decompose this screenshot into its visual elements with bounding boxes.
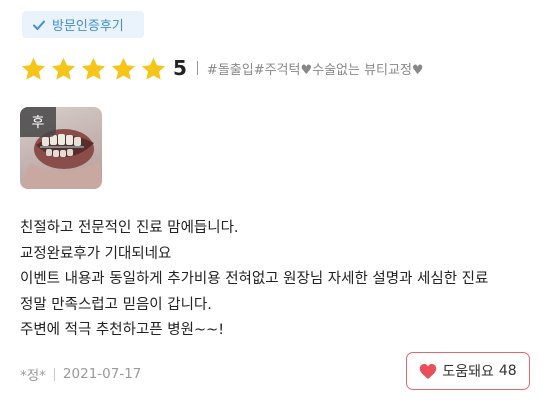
star-icon bbox=[111, 57, 136, 80]
star-icon bbox=[21, 57, 46, 80]
divider bbox=[53, 367, 55, 381]
author-name: *정* bbox=[20, 368, 46, 384]
visit-verified-badge: 방문인증후기 bbox=[22, 11, 144, 38]
review-line: 친절하고 전문적인 진료 맘에듭니다. bbox=[20, 220, 239, 236]
helpful-count: 48 bbox=[498, 363, 517, 379]
rating-score: 5 bbox=[173, 56, 187, 80]
badge-label: 방문인증후기 bbox=[52, 19, 124, 34]
star-icon bbox=[81, 57, 106, 80]
review-tags: #돌출입#주걱턱♥수술없는 뷰티교정♥ bbox=[206, 62, 424, 78]
rating-row: 5 #돌출입#주걱턱♥수술없는 뷰티교정♥ bbox=[20, 53, 424, 83]
heart-icon bbox=[420, 363, 437, 379]
review-text: 친절하고 전문적인 진료 맘에듭니다. 교정완료후가 기대되네요이벤트 내용과 동… bbox=[20, 216, 535, 344]
star-icon bbox=[51, 57, 76, 80]
review-line: 정말 만족스럽고 믿음이 갑니다. bbox=[20, 296, 212, 313]
review-line: 교정완료후가 기대되네요 bbox=[20, 245, 172, 262]
after-label: 후 bbox=[20, 107, 56, 137]
divider bbox=[196, 61, 198, 75]
review-meta: *정* 2021-07-17 bbox=[20, 364, 141, 384]
check-icon bbox=[33, 20, 45, 30]
review-date: 2021-07-17 bbox=[62, 366, 142, 382]
review-photo[interactable]: 후 bbox=[20, 107, 102, 189]
star-rating bbox=[20, 55, 167, 82]
helpful-button[interactable]: 도움돼요 48 bbox=[406, 352, 530, 390]
star-icon bbox=[141, 57, 166, 80]
helpful-label: 도움돼요 bbox=[442, 364, 494, 380]
review-line: 주변에 적극 추천하고픈 병원~~! bbox=[20, 322, 225, 338]
review-line: 이벤트 내용과 동일하게 추가비용 전혀없고 원장님 자세한 설명과 세심한 진… bbox=[20, 271, 489, 287]
